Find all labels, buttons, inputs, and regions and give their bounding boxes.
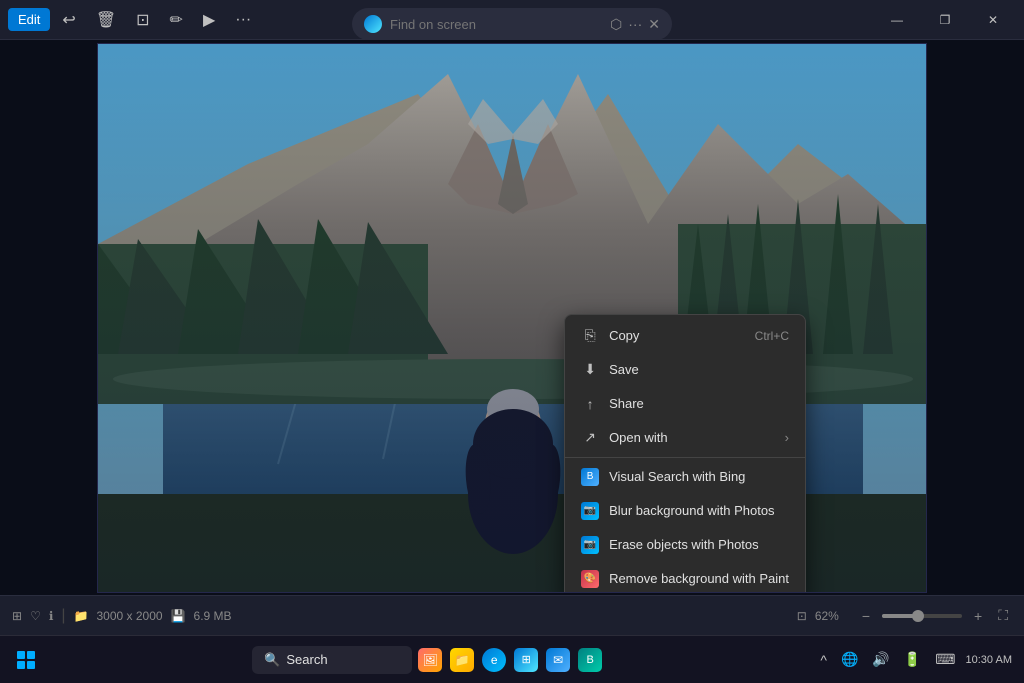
taskbar-search-icon: 🔍 <box>264 652 280 668</box>
save-icon: ⬇ <box>581 361 599 379</box>
taskbar-search-label: Search <box>286 652 327 667</box>
fit-window-icon[interactable]: ⛶ <box>994 605 1012 626</box>
tray-battery-icon[interactable]: 🔋 <box>900 649 925 670</box>
context-menu-save[interactable]: ⬇ Save <box>565 353 805 387</box>
taskbar-center: 🔍 Search 🖼 📁 e ⊞ ✉ B <box>40 646 816 674</box>
status-heart-icon[interactable]: ♡ <box>30 609 41 623</box>
status-separator-1: | <box>61 607 65 625</box>
title-bar-controls: — ❐ ✕ <box>874 4 1016 36</box>
main-image: ⎘ Copy Ctrl+C ⬇ Save ↑ Share ↗ Open with… <box>97 43 927 593</box>
tray-time[interactable]: 10:30 AM <box>966 654 1012 666</box>
status-display-icon: ⊡ <box>797 609 807 623</box>
taskbar-search[interactable]: 🔍 Search <box>252 646 412 674</box>
photos-icon-1: 📷 <box>581 502 599 520</box>
context-menu-open-with[interactable]: ↗ Open with › <box>565 421 805 455</box>
tray-sound-icon[interactable]: 🔊 <box>868 649 893 670</box>
tray-keyboard-icon[interactable]: ⌨ <box>931 649 959 670</box>
bar-close-icon[interactable]: ✕ <box>648 16 660 33</box>
app-window: Edit ↩ 🗑 ⊡ ✏ ▶ ··· ⬡ ··· ✕ — ❐ ✕ <box>0 0 1024 683</box>
taskbar-right: ^ 🌐 🔊 🔋 ⌨ 10:30 AM <box>816 649 1012 670</box>
zoom-slider[interactable] <box>882 614 962 618</box>
start-button[interactable] <box>12 646 40 674</box>
video-icon[interactable]: ▶ <box>195 4 223 36</box>
windows-logo <box>17 651 35 669</box>
context-menu-remove-bg[interactable]: 🎨 Remove background with Paint <box>565 562 805 593</box>
taskbar-store-icon[interactable]: ⊞ <box>512 646 540 674</box>
zoom-slider-thumb <box>912 610 924 622</box>
context-menu-share[interactable]: ↑ Share <box>565 387 805 421</box>
status-gallery-icon[interactable]: ⊞ <box>12 609 22 623</box>
taskbar-photos-icon[interactable]: 🖼 <box>416 646 444 674</box>
status-bar: ⊞ ♡ ℹ | 📁 3000 x 2000 💾 6.9 MB ⊡ 62% − +… <box>0 595 1024 635</box>
paint-icon: 🎨 <box>581 570 599 588</box>
more-icon[interactable]: ··· <box>227 5 259 35</box>
find-bar: ⬡ ··· ✕ <box>352 8 672 40</box>
status-dimensions: 3000 x 2000 <box>97 609 163 623</box>
taskbar-mail-icon[interactable]: ✉ <box>544 646 572 674</box>
image-area: ⎘ Copy Ctrl+C ⬇ Save ↑ Share ↗ Open with… <box>0 40 1024 595</box>
zoom-value: 62% <box>815 609 850 623</box>
menu-separator <box>565 457 805 458</box>
context-menu-copy[interactable]: ⎘ Copy Ctrl+C <box>565 319 805 353</box>
system-tray: ^ 🌐 🔊 🔋 ⌨ 10:30 AM <box>816 649 1012 670</box>
status-info-icon[interactable]: ℹ <box>49 609 54 623</box>
copy-icon: ⎘ <box>581 327 599 345</box>
bar-icons: ⬡ ··· ✕ <box>610 16 660 33</box>
submenu-arrow-icon: › <box>785 430 789 445</box>
share-icon: ↑ <box>581 395 599 413</box>
zoom-slider-fill <box>882 614 914 618</box>
bar-icon-1: ⬡ <box>610 16 622 33</box>
minimize-button[interactable]: — <box>874 4 920 36</box>
app-logo <box>364 15 382 33</box>
open-with-icon: ↗ <box>581 429 599 447</box>
edit-button[interactable]: Edit <box>8 8 50 31</box>
photos-icon-2: 📷 <box>581 536 599 554</box>
taskbar-edge-icon[interactable]: e <box>480 646 508 674</box>
bar-ellipsis-icon[interactable]: ··· <box>628 16 642 32</box>
zoom-controls: ⊡ 62% − + ⛶ <box>797 605 1012 626</box>
context-menu-blur-bg[interactable]: 📷 Blur background with Photos <box>565 494 805 528</box>
toolbar: Edit ↩ 🗑 ⊡ ✏ ▶ ··· ⬡ ··· ✕ — ❐ ✕ <box>0 0 1024 40</box>
zoom-in-button[interactable]: + <box>970 606 986 626</box>
taskbar: 🔍 Search 🖼 📁 e ⊞ ✉ B <box>0 635 1024 683</box>
zoom-out-button[interactable]: − <box>858 606 874 626</box>
context-menu: ⎘ Copy Ctrl+C ⬇ Save ↑ Share ↗ Open with… <box>564 314 806 593</box>
context-menu-visual-search[interactable]: B Visual Search with Bing <box>565 460 805 494</box>
taskbar-start <box>12 646 40 674</box>
restore-button[interactable]: ❐ <box>922 4 968 36</box>
tray-network-icon[interactable]: 🌐 <box>837 649 862 670</box>
context-menu-erase-objects[interactable]: 📷 Erase objects with Photos <box>565 528 805 562</box>
status-filesize-icon: 💾 <box>171 609 186 623</box>
delete-icon[interactable]: 🗑 <box>88 4 124 36</box>
find-input[interactable] <box>390 17 602 32</box>
status-filesize: 6.9 MB <box>194 609 232 623</box>
status-folder-icon: 📁 <box>74 609 89 623</box>
taskbar-bing-icon[interactable]: B <box>576 646 604 674</box>
tray-chevron-icon[interactable]: ^ <box>816 650 831 670</box>
crop-icon[interactable]: ⊡ <box>128 4 157 36</box>
bing-icon: B <box>581 468 599 486</box>
draw-icon[interactable]: ✏ <box>162 4 191 36</box>
taskbar-file-explorer-icon[interactable]: 📁 <box>448 646 476 674</box>
undo-icon[interactable]: ↩ <box>54 4 83 36</box>
close-button[interactable]: ✕ <box>970 4 1016 36</box>
